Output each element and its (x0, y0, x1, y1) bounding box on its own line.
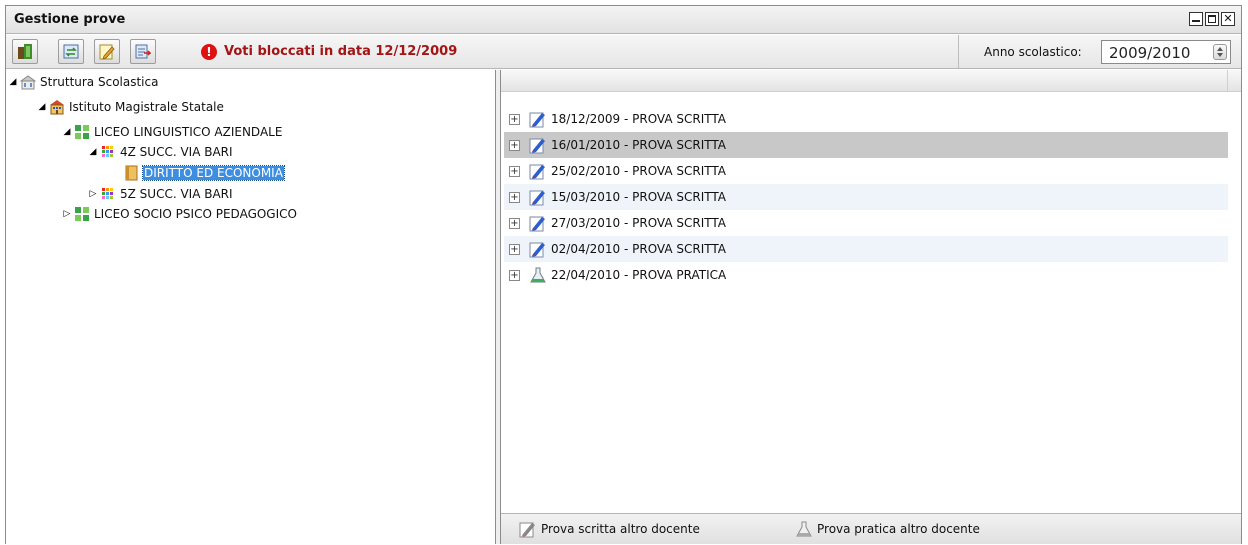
close-button[interactable]: ✕ (1221, 12, 1235, 26)
test-row-label: 25/02/2010 - PROVA SCRITTA (551, 164, 726, 178)
spinner-arrows-icon[interactable] (1213, 44, 1227, 60)
tree-label-class-4z: 4Z SUCC. VIA BARI (120, 145, 233, 159)
school-structure-tree: ◢ Struttura Scolastica ◢ Istituto Magist… (6, 70, 495, 544)
warning-icon: ! (201, 44, 217, 60)
toolbar-separator (958, 35, 959, 69)
test-row-label: 22/04/2010 - PROVA PRATICA (551, 268, 727, 282)
expand-plus-icon[interactable]: + (509, 243, 520, 255)
test-row[interactable]: + 16/01/2010 - PROVA SCRITTA (504, 132, 1228, 158)
minimize-button[interactable] (1189, 12, 1203, 26)
test-row[interactable]: + 27/03/2010 - PROVA SCRITTA (504, 210, 1228, 236)
practical-other-teacher-icon (795, 520, 813, 538)
title-bar: Gestione prove ✕ (6, 6, 1241, 34)
exit-button[interactable] (12, 39, 38, 64)
tree-label-subject-diritto: DIRITTO ED ECONOMIA (142, 165, 285, 181)
course-icon (74, 206, 90, 222)
tree-label-course-linguistico: LICEO LINGUISTICO AZIENDALE (94, 125, 283, 139)
tree-node-class-4z[interactable]: ◢ 4Z SUCC. VIA BARI (88, 142, 234, 162)
tree-node-course-socio[interactable]: ▷ LICEO SOCIO PSICO PEDAGOGICO (62, 204, 298, 224)
tree-node-root[interactable]: ◢ Struttura Scolastica (8, 72, 159, 92)
written-test-icon (529, 240, 547, 258)
collapse-arrow-icon[interactable]: ◢ (88, 147, 98, 157)
export-button[interactable] (130, 39, 156, 64)
written-other-teacher-icon (519, 520, 537, 538)
edit-button[interactable] (94, 39, 120, 64)
test-row-label: 18/12/2009 - PROVA SCRITTA (551, 112, 726, 126)
tree-label-course-socio: LICEO SOCIO PSICO PEDAGOGICO (94, 207, 297, 221)
window-controls: ✕ (1189, 12, 1235, 26)
tree-node-class-5z[interactable]: ▷ 5Z SUCC. VIA BARI (88, 184, 234, 204)
expand-plus-icon[interactable]: + (509, 217, 520, 229)
expand-plus-icon[interactable]: + (509, 139, 520, 151)
tree-node-institute[interactable]: ◢ Istituto Magistrale Statale (37, 97, 225, 117)
written-test-icon (529, 162, 547, 180)
subject-book-icon (124, 165, 140, 181)
test-row[interactable]: + 15/03/2010 - PROVA SCRITTA (504, 184, 1228, 210)
expand-arrow-icon[interactable]: ▷ (88, 189, 98, 199)
written-test-icon (529, 136, 547, 154)
exit-door-icon (18, 44, 32, 59)
expand-plus-icon[interactable]: + (509, 165, 520, 177)
legend-written: Prova scritta altro docente (519, 520, 700, 538)
collapse-arrow-icon[interactable]: ◢ (8, 77, 18, 87)
test-row-label: 16/01/2010 - PROVA SCRITTA (551, 138, 726, 152)
collapse-arrow-icon[interactable]: ◢ (37, 102, 47, 112)
written-test-icon (529, 214, 547, 232)
tree-label-class-5z: 5Z SUCC. VIA BARI (120, 187, 233, 201)
collapse-arrow-icon[interactable]: ◢ (62, 127, 72, 137)
export-icon (135, 44, 151, 59)
test-row[interactable]: + 18/12/2009 - PROVA SCRITTA (504, 106, 1228, 132)
tree-node-subject-diritto[interactable]: DIRITTO ED ECONOMIA (124, 163, 285, 183)
school-year-spinner[interactable]: 2009/2010 (1101, 40, 1231, 64)
written-test-icon (529, 188, 547, 206)
maximize-button[interactable] (1205, 12, 1219, 26)
class-grid-icon (100, 186, 116, 202)
tree-node-course-linguistico[interactable]: ◢ LICEO LINGUISTICO AZIENDALE (62, 122, 283, 142)
test-row[interactable]: + 25/02/2010 - PROVA SCRITTA (504, 158, 1228, 184)
tree-label-root: Struttura Scolastica (40, 75, 159, 89)
course-icon (74, 124, 90, 140)
test-row-label: 15/03/2010 - PROVA SCRITTA (551, 190, 726, 204)
transfer-button[interactable] (58, 39, 84, 64)
grades-locked-warning: Voti bloccati in data 12/12/2009 (224, 44, 458, 59)
institute-building-icon (49, 99, 65, 115)
transfer-icon (63, 44, 79, 59)
test-row-label: 27/03/2010 - PROVA SCRITTA (551, 216, 726, 230)
school-year-label: Anno scolastico: (984, 45, 1082, 59)
practical-test-flask-icon (529, 266, 547, 284)
legend-practical: Prova pratica altro docente (795, 520, 980, 538)
expand-plus-icon[interactable]: + (509, 269, 520, 281)
toolbar: ! Voti bloccati in data 12/12/2009 Anno … (6, 35, 1241, 69)
edit-icon (99, 44, 115, 60)
window-title: Gestione prove (14, 12, 126, 27)
column-menu[interactable] (1227, 70, 1241, 92)
legend-practical-label: Prova pratica altro docente (817, 522, 980, 536)
test-row[interactable]: + 02/04/2010 - PROVA SCRITTA (504, 236, 1228, 262)
written-test-icon (529, 110, 547, 128)
list-header (501, 70, 1241, 92)
expand-plus-icon[interactable]: + (509, 191, 520, 203)
school-year-value: 2009/2010 (1109, 44, 1191, 62)
expand-plus-icon[interactable]: + (509, 113, 520, 125)
test-row[interactable]: + 22/04/2010 - PROVA PRATICA (504, 262, 1228, 288)
gestione-prove-window: Gestione prove ✕ ! Voti bloccati in data… (5, 5, 1242, 544)
school-building-icon (19, 74, 37, 90)
expand-arrow-icon[interactable]: ▷ (62, 209, 72, 219)
tree-label-institute: Istituto Magistrale Statale (69, 100, 224, 114)
test-row-label: 02/04/2010 - PROVA SCRITTA (551, 242, 726, 256)
legend-written-label: Prova scritta altro docente (541, 522, 700, 536)
class-grid-icon (100, 144, 116, 160)
tests-list-pane: + 18/12/2009 - PROVA SCRITTA + 16/01/201… (501, 70, 1241, 544)
legend-bar: Prova scritta altro docente Prova pratic… (501, 513, 1241, 544)
